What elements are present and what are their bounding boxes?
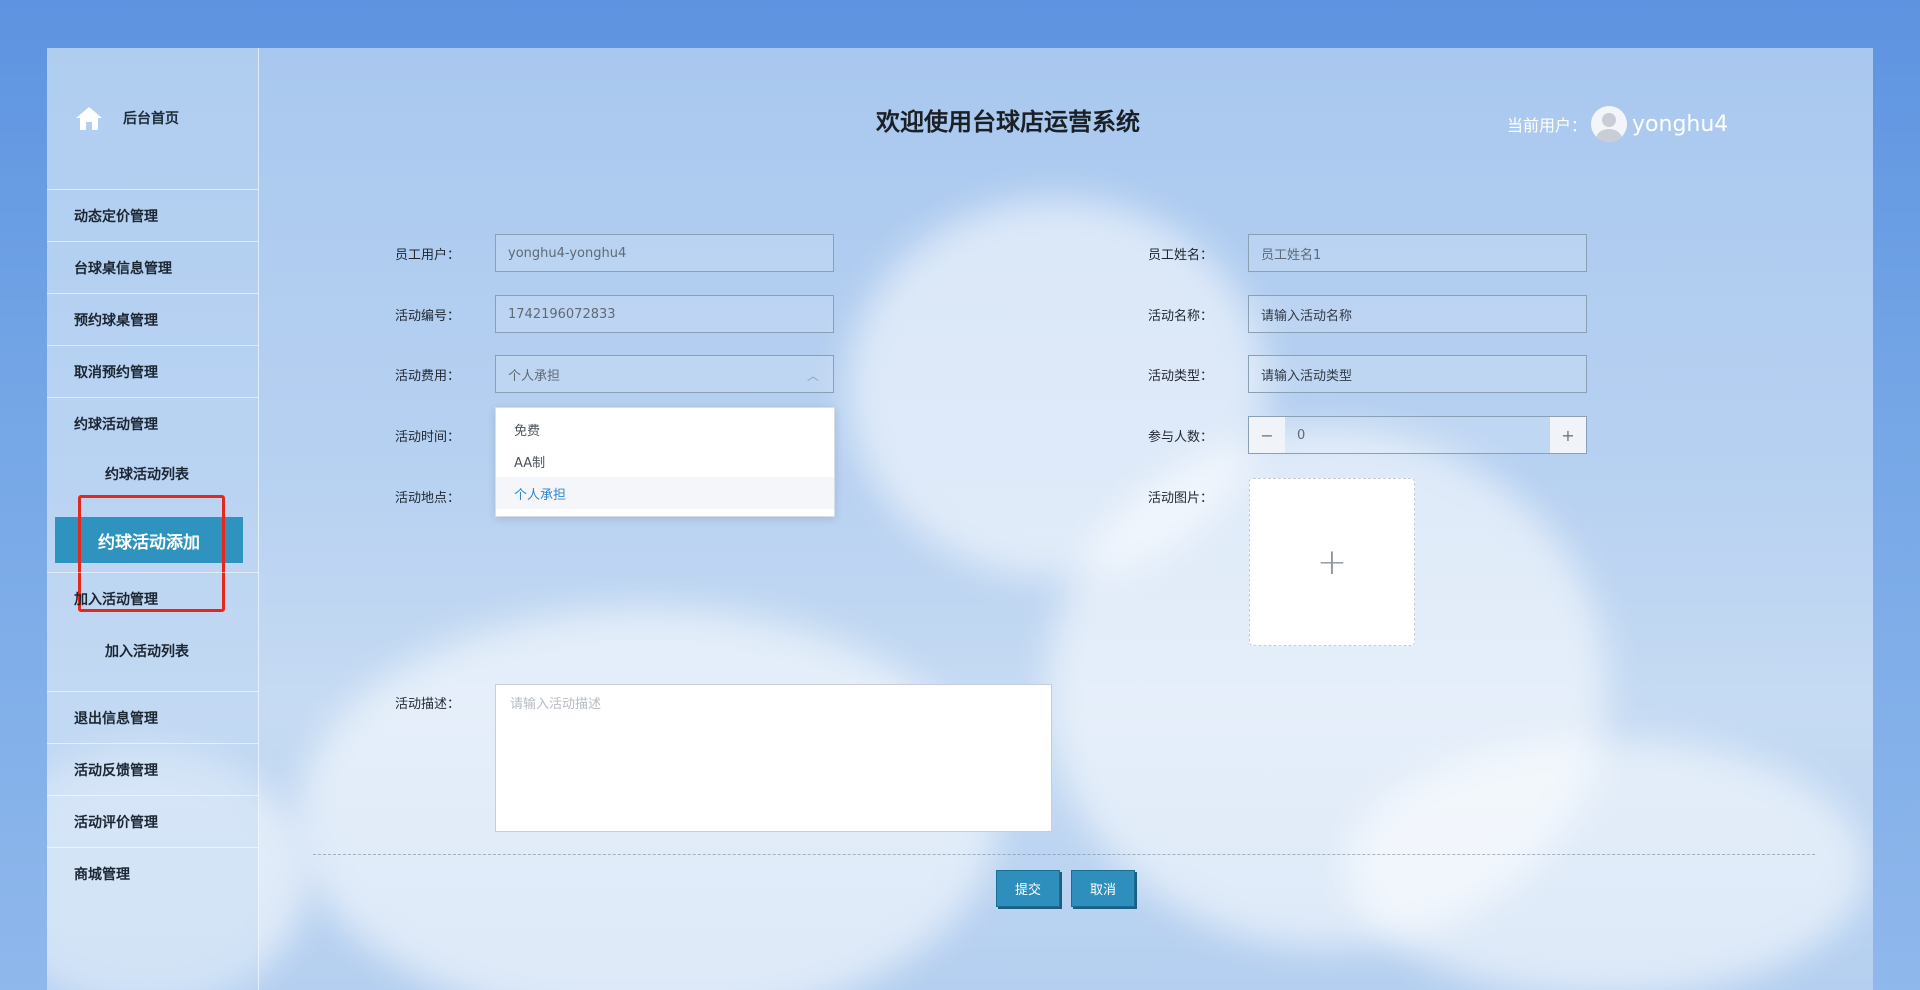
activity-no-field[interactable]: 1742196072833 — [495, 295, 834, 333]
home-label: 后台首页 — [123, 111, 179, 127]
sidebar-item-activity-management[interactable]: 约球活动管理 — [47, 397, 258, 450]
activity-fee-value: 个人承担 — [508, 368, 561, 384]
home-icon — [75, 105, 103, 131]
sidebar-item-feedback[interactable]: 活动反馈管理 — [47, 743, 258, 796]
activity-name-label: 活动名称： — [1147, 309, 1213, 324]
sidebar-item-label: 预约球桌管理 — [74, 313, 158, 329]
current-user: 当前用户： yonghu4 — [1507, 106, 1728, 142]
minus-button[interactable]: − — [1249, 417, 1285, 453]
divider — [313, 854, 1815, 855]
sidebar-item-label: 台球桌信息管理 — [74, 261, 172, 277]
sidebar: 后台首页 动态定价管理 台球桌信息管理 预约球桌管理 取消预约管理 约球活动管理… — [47, 48, 259, 990]
activity-fee-dropdown: 免费 AA制 个人承担 — [495, 407, 835, 517]
sidebar-item-shop[interactable]: 商城管理 — [47, 847, 258, 900]
employee-user-label: 员工用户： — [394, 248, 460, 263]
sidebar-item-label: 取消预约管理 — [74, 365, 158, 381]
activity-type-input[interactable]: 请输入活动类型 — [1248, 355, 1587, 393]
sidebar-item-label: 约球活动列表 — [105, 467, 189, 483]
sidebar-item-reservations[interactable]: 预约球桌管理 — [47, 293, 258, 346]
participants-stepper: − 0 + — [1248, 416, 1587, 454]
fee-option-aa[interactable]: AA制 — [496, 445, 834, 477]
sidebar-item-table-info[interactable]: 台球桌信息管理 — [47, 241, 258, 294]
main-frame: 后台首页 动态定价管理 台球桌信息管理 预约球桌管理 取消预约管理 约球活动管理… — [47, 48, 1873, 990]
submit-button[interactable]: 提交 — [996, 870, 1060, 907]
participants-label: 参与人数： — [1147, 430, 1213, 445]
sidebar-item-label: 动态定价管理 — [74, 209, 158, 225]
sidebar-subitem-activity-list[interactable]: 约球活动列表 — [47, 452, 258, 496]
plus-icon: + — [1316, 541, 1348, 583]
employee-name-label: 员工姓名： — [1147, 248, 1213, 263]
sidebar-item-label: 退出信息管理 — [74, 711, 158, 727]
sidebar-item-label: 加入活动管理 — [74, 592, 158, 608]
sidebar-item-label: 商城管理 — [74, 867, 130, 883]
sidebar-item-join-management[interactable]: 加入活动管理 — [47, 572, 258, 625]
sidebar-item-label: 活动反馈管理 — [74, 763, 158, 779]
chevron-up-icon: ︿ — [806, 369, 819, 383]
activity-fee-select[interactable]: 个人承担 ︿ — [495, 355, 834, 393]
image-upload-box[interactable]: + — [1249, 478, 1415, 646]
activity-fee-label: 活动费用： — [394, 369, 460, 384]
activity-name-input[interactable]: 请输入活动名称 — [1248, 295, 1587, 333]
sidebar-item-label: 约球活动管理 — [74, 417, 158, 433]
sidebar-item-exit-info[interactable]: 退出信息管理 — [47, 691, 258, 744]
activity-image-label: 活动图片： — [1147, 491, 1213, 506]
plus-button[interactable]: + — [1550, 417, 1586, 453]
fee-option-free[interactable]: 免费 — [496, 413, 834, 445]
sidebar-item-label: 活动评价管理 — [74, 815, 158, 831]
sidebar-item-reviews[interactable]: 活动评价管理 — [47, 795, 258, 848]
cloud-decoration — [1347, 738, 1867, 990]
home-link[interactable]: 后台首页 — [75, 98, 179, 138]
activity-time-label: 活动时间： — [394, 430, 460, 445]
current-user-name: yonghu4 — [1632, 111, 1729, 137]
sidebar-subitem-join-list[interactable]: 加入活动列表 — [47, 629, 258, 673]
page-title: 欢迎使用台球店运营系统 — [876, 108, 1140, 136]
activity-place-label: 活动地点： — [394, 491, 460, 506]
employee-user-field[interactable]: yonghu4-yonghu4 — [495, 234, 834, 272]
activity-desc-textarea[interactable]: 请输入活动描述 — [495, 684, 1052, 832]
activity-type-label: 活动类型： — [1147, 369, 1213, 384]
sidebar-item-label: 加入活动列表 — [105, 644, 189, 660]
fee-option-personal[interactable]: 个人承担 — [496, 477, 834, 509]
avatar[interactable] — [1591, 106, 1628, 142]
activity-desc-label: 活动描述： — [394, 697, 460, 712]
current-user-label: 当前用户： — [1507, 116, 1588, 135]
activity-no-label: 活动编号： — [394, 309, 460, 324]
sidebar-item-cancellations[interactable]: 取消预约管理 — [47, 345, 258, 398]
participants-value[interactable]: 0 — [1285, 428, 1550, 443]
employee-name-field[interactable]: 员工姓名1 — [1248, 234, 1587, 272]
sidebar-item-dynamic-pricing[interactable]: 动态定价管理 — [47, 189, 258, 242]
cancel-button[interactable]: 取消 — [1071, 870, 1135, 907]
